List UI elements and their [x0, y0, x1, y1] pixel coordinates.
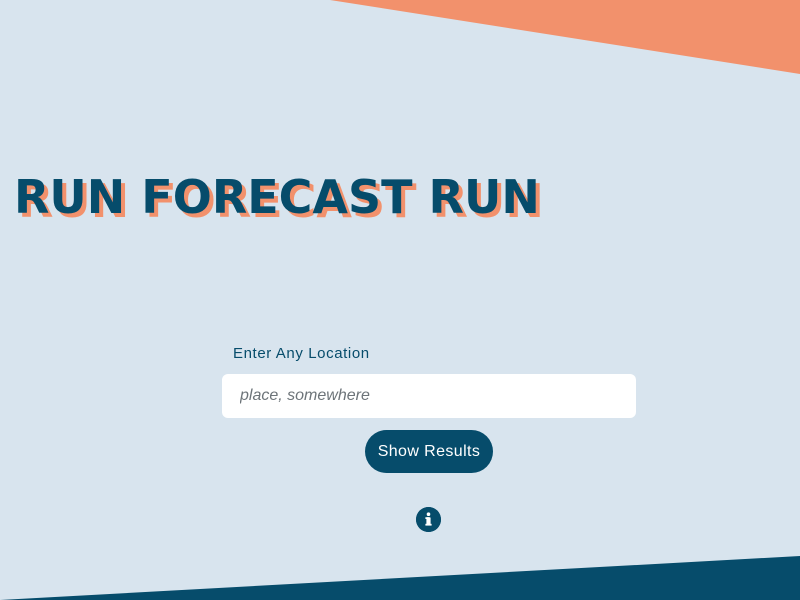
page-title: RUN FORECAST RUN RUN FORECAST RUN	[14, 170, 544, 228]
page-background	[0, 0, 800, 600]
accent-stripe-top	[330, 0, 800, 74]
background-shapes	[0, 0, 800, 600]
info-icon	[416, 507, 441, 532]
location-label: Enter Any Location	[233, 345, 370, 362]
location-input[interactable]	[222, 374, 636, 418]
accent-stripe-bottom	[0, 556, 800, 600]
info-button[interactable]	[416, 507, 441, 532]
show-results-button[interactable]: Show Results	[365, 430, 493, 473]
page-title-text: RUN FORECAST RUN	[14, 170, 540, 224]
page: RUN FORECAST RUN RUN FORECAST RUN Enter …	[0, 0, 800, 600]
